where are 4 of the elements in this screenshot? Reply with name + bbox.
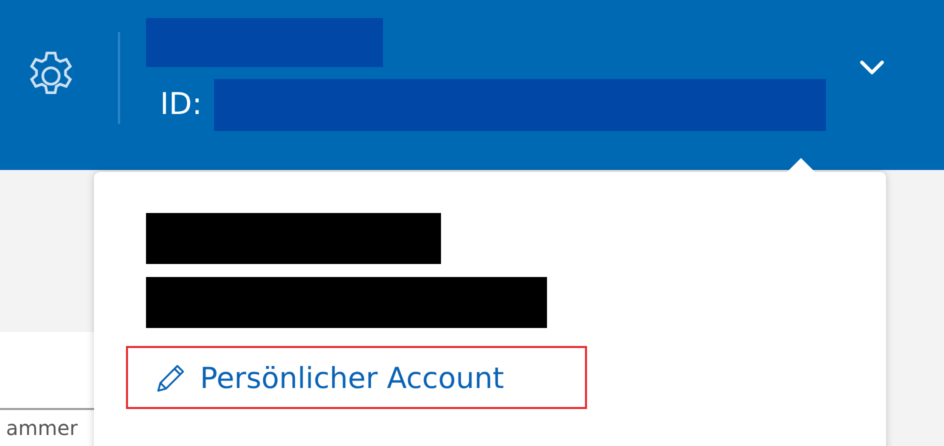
id-label: ID:: [160, 87, 202, 122]
chevron-down-icon[interactable]: [858, 59, 886, 77]
panel-text: ammer: [5, 416, 79, 440]
personal-account-link[interactable]: Persönlicher Account: [126, 346, 587, 409]
